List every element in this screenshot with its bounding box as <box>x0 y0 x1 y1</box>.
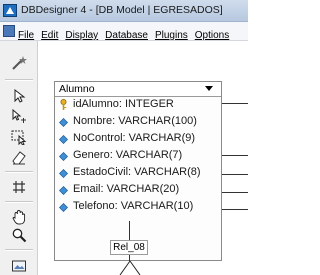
hand-icon[interactable] <box>11 209 27 225</box>
column-label: Telefono: VARCHAR(10) <box>73 200 194 212</box>
column-label: idAlumno: INTEGER <box>73 98 174 110</box>
image-icon[interactable] <box>11 258 27 274</box>
column-label: NoControl: VARCHAR(9) <box>73 132 196 144</box>
table-alumno[interactable]: Alumno idAlumno: INTEGER Nombre: VARCHAR… <box>54 81 222 261</box>
table-name: Alumno <box>59 83 95 95</box>
crows-foot-icon <box>119 260 141 275</box>
relationship-line[interactable] <box>222 103 248 104</box>
menu-options[interactable]: Options <box>195 30 229 41</box>
eraser-icon[interactable] <box>11 149 27 165</box>
toolbar-separator <box>5 201 33 203</box>
tool-palette <box>0 41 38 275</box>
column-row[interactable]: Genero: VARCHAR(7) <box>55 148 221 165</box>
title-bar: DBDesigner 4 - [DB Model | EGRESADOS] <box>0 0 248 22</box>
field-icon <box>59 203 68 212</box>
column-row[interactable]: Email: VARCHAR(20) <box>55 182 221 199</box>
key-icon <box>60 99 67 110</box>
column-label: Genero: VARCHAR(7) <box>73 149 183 161</box>
menu-display[interactable]: Display <box>65 30 98 41</box>
relationship-line[interactable] <box>129 221 130 240</box>
column-row[interactable]: idAlumno: INTEGER <box>55 97 221 114</box>
column-row[interactable]: Telefono: VARCHAR(10) <box>55 199 221 216</box>
field-icon <box>59 135 68 144</box>
zoom-icon[interactable] <box>11 227 27 243</box>
relationship-label[interactable]: Rel_08 <box>110 240 148 255</box>
toolbar-separator <box>5 171 33 173</box>
grid-icon[interactable] <box>11 179 27 195</box>
select-area-icon[interactable] <box>11 129 27 145</box>
relationship-line[interactable] <box>222 155 248 156</box>
table-header[interactable]: Alumno <box>55 82 221 97</box>
menu-plugins[interactable]: Plugins <box>155 30 188 41</box>
menu-database[interactable]: Database <box>105 30 148 41</box>
column-label: Nombre: VARCHAR(100) <box>73 115 197 127</box>
collapse-arrow-icon[interactable] <box>205 86 213 91</box>
relationship-line[interactable] <box>222 192 248 193</box>
document-icon[interactable] <box>3 25 15 37</box>
window-title: DBDesigner 4 - [DB Model | EGRESADOS] <box>21 4 223 16</box>
column-label: Email: VARCHAR(20) <box>73 183 180 195</box>
column-row[interactable]: Nombre: VARCHAR(100) <box>55 114 221 131</box>
field-icon <box>59 169 68 178</box>
move-pointer-icon[interactable] <box>11 108 27 124</box>
menu-bar: File Edit Display Database Plugins Options <box>0 22 248 41</box>
toolbar-separator <box>5 79 33 81</box>
menu-file[interactable]: File <box>18 30 34 41</box>
relationship-line[interactable] <box>222 174 248 175</box>
magic-wand-icon[interactable] <box>11 55 27 71</box>
column-row[interactable]: EstadoCivil: VARCHAR(8) <box>55 165 221 182</box>
field-icon <box>59 118 68 127</box>
relationship-line[interactable] <box>222 209 248 210</box>
menu-edit[interactable]: Edit <box>41 30 58 41</box>
column-label: EstadoCivil: VARCHAR(8) <box>73 166 201 178</box>
column-row[interactable]: NoControl: VARCHAR(9) <box>55 131 221 148</box>
pointer-icon[interactable] <box>11 88 27 104</box>
toolbar-separator <box>5 249 33 251</box>
field-icon <box>59 152 68 161</box>
app-icon <box>3 4 17 17</box>
model-canvas[interactable]: Alumno idAlumno: INTEGER Nombre: VARCHAR… <box>38 41 248 275</box>
field-icon <box>59 186 68 195</box>
